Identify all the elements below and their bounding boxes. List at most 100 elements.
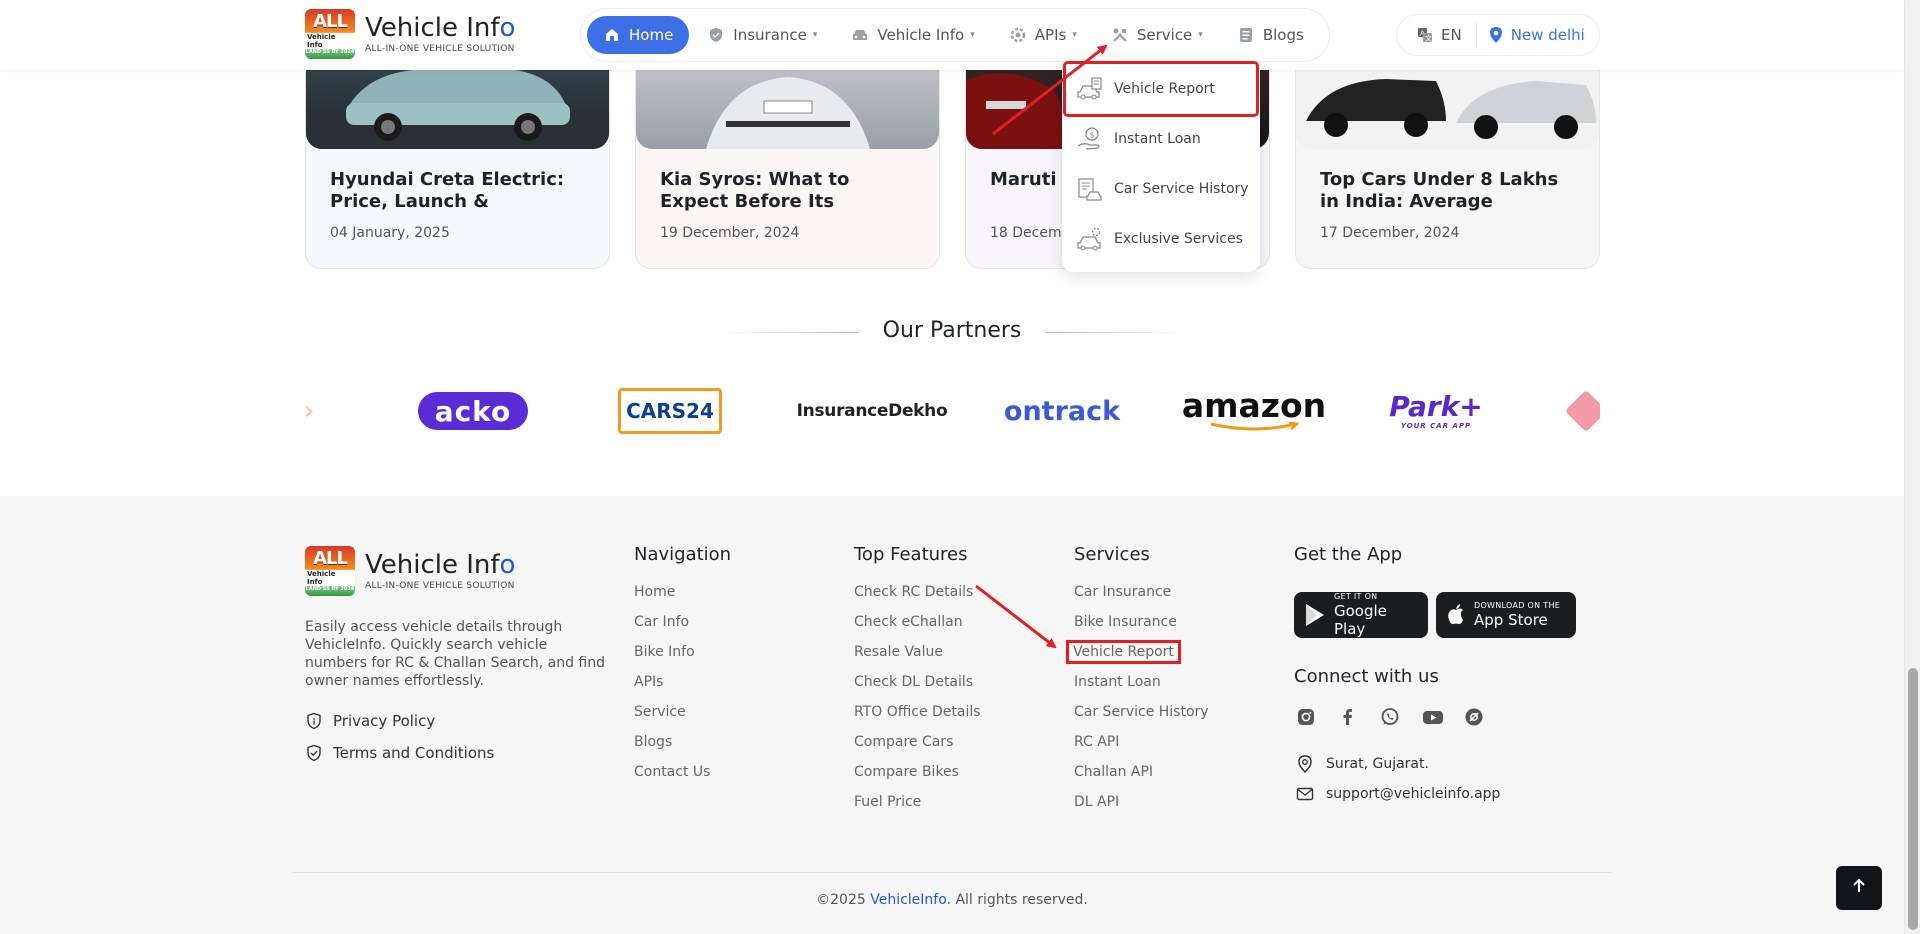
- blog-card-syros[interactable]: Kia Syros: What to Expect Before Its Dec…: [635, 40, 940, 269]
- footer-link-check-dl[interactable]: Check DL Details: [854, 673, 981, 703]
- blog-card-date: 04 January, 2025: [330, 225, 450, 241]
- copyright-brand-link[interactable]: VehicleInfo: [870, 892, 946, 908]
- footer-col-app: Get the App: [1294, 544, 1402, 583]
- nav-insurance[interactable]: Insurance ▾: [691, 16, 833, 54]
- footer-logo[interactable]: ALL Vehicle Info LAND SS BY 2024 Vehicle…: [305, 546, 515, 596]
- footer-link-resale-value[interactable]: Resale Value: [854, 643, 981, 673]
- footer-email[interactable]: support@vehicleinfo.app: [1296, 786, 1500, 802]
- terms-link[interactable]: Terms and Conditions: [305, 744, 494, 762]
- google-play-button[interactable]: GET IT ON Google Play: [1294, 592, 1428, 638]
- footer-link-car-service-history[interactable]: Car Service History: [1074, 703, 1209, 733]
- partner-logo-insurancedekho: InsuranceDekho: [796, 401, 948, 421]
- site-logo[interactable]: ALL Vehicle Info LAND SS BY 2024 Vehicle…: [305, 9, 515, 59]
- dropdown-item-instant-loan[interactable]: $ Instant Loan: [1062, 114, 1260, 164]
- footer-link-compare-cars[interactable]: Compare Cars: [854, 733, 981, 763]
- footer-link-bike-info[interactable]: Bike Info: [634, 643, 731, 673]
- dropdown-item-vehicle-report[interactable]: Vehicle Report: [1063, 61, 1259, 117]
- instagram-icon[interactable]: [1296, 704, 1338, 730]
- svg-text:文: 文: [1425, 34, 1432, 43]
- footer-link-rto-office[interactable]: RTO Office Details: [854, 703, 981, 733]
- facebook-icon[interactable]: [1338, 704, 1380, 730]
- translate-icon: A文: [1417, 27, 1433, 43]
- logo-title: Vehicle Info: [365, 12, 516, 43]
- google-play-icon: [1304, 603, 1326, 627]
- page-scrollbar[interactable]: [1904, 0, 1920, 934]
- footer-link-home[interactable]: Home: [634, 583, 731, 613]
- footer-col-title: Top Features: [854, 544, 968, 565]
- partner-logo-acko: acko: [417, 385, 529, 437]
- document-icon: [1237, 26, 1255, 44]
- social-links: [1296, 704, 1506, 730]
- nav-home[interactable]: Home: [587, 16, 690, 54]
- partners-carousel: › acko CARS24 InsuranceDekho ontrack ama…: [305, 385, 1600, 437]
- whatsapp-icon[interactable]: [1380, 704, 1422, 730]
- logo-tagline: ALL-IN-ONE VEHICLE SOLUTION: [365, 43, 515, 54]
- partner-logo-partial-left: ›: [305, 385, 319, 437]
- footer-link-challan-api[interactable]: Challan API: [1074, 763, 1209, 793]
- footer-link-compare-bikes[interactable]: Compare Bikes: [854, 763, 981, 793]
- footer-link-rc-api[interactable]: RC API: [1074, 733, 1209, 763]
- footer-col-top-features: Top Features Check RC Details Check eCha…: [854, 544, 981, 823]
- footer-link-service[interactable]: Service: [634, 703, 731, 733]
- footer-link-dl-api[interactable]: DL API: [1074, 793, 1209, 823]
- partner-logo-amazon: amazon: [1182, 385, 1326, 437]
- footer-divider: [292, 872, 1612, 873]
- service-dropdown-menu: Vehicle Report $ Instant Loan Car Servic…: [1062, 58, 1260, 272]
- site-footer: ALL Vehicle Info LAND SS BY 2024 Vehicle…: [0, 496, 1904, 934]
- youtube-icon[interactable]: [1422, 704, 1464, 730]
- footer-link-fuel-price[interactable]: Fuel Price: [854, 793, 981, 823]
- footer-col-services: Services Car Insurance Bike Insurance Ve…: [1066, 544, 1209, 823]
- footer-link-instant-loan[interactable]: Instant Loan: [1074, 673, 1209, 703]
- blog-card-date: 19 December, 2024: [660, 225, 800, 241]
- partners-divider-right: [1046, 332, 1186, 333]
- location-pin-icon: [1489, 26, 1503, 44]
- blog-card-title[interactable]: Hyundai Creta Electric: Price, Launch & …: [330, 169, 589, 213]
- nav-vehicle-info[interactable]: Vehicle Info ▾: [835, 16, 990, 54]
- footer-link-vehicle-report[interactable]: Vehicle Report: [1066, 640, 1209, 673]
- footer-col-title: Connect with us: [1294, 666, 1439, 687]
- site-header: ALL Vehicle Info LAND SS BY 2024 Vehicle…: [0, 0, 1904, 70]
- nav-apis[interactable]: APIs ▾: [993, 16, 1093, 54]
- dropdown-item-car-service-history[interactable]: Car Service History: [1062, 164, 1260, 214]
- language-selector[interactable]: A文 EN: [1397, 22, 1477, 48]
- chevron-down-icon: ▾: [970, 30, 975, 40]
- scroll-to-top-button[interactable]: [1836, 866, 1882, 910]
- logo-tagline: ALL-IN-ONE VEHICLE SOLUTION: [365, 580, 515, 591]
- chevron-down-icon: ▾: [1072, 30, 1077, 40]
- partners-title: Our Partners: [882, 318, 1022, 343]
- footer-link-bike-insurance[interactable]: Bike Insurance: [1074, 613, 1209, 643]
- blog-card-creta[interactable]: Hyundai Creta Electric: Price, Launch & …: [305, 40, 610, 269]
- footer-link-car-info[interactable]: Car Info: [634, 613, 731, 643]
- footer-link-car-insurance[interactable]: Car Insurance: [1074, 583, 1209, 613]
- blog-card-title[interactable]: Top Cars Under 8 Lakhs in India: Average…: [1320, 169, 1579, 213]
- nav-service[interactable]: Service ▾: [1095, 16, 1219, 54]
- footer-link-check-rc[interactable]: Check RC Details: [854, 583, 981, 613]
- footer-link-check-echallan[interactable]: Check eChallan: [854, 613, 981, 643]
- copyright: ©2025 VehicleInfo. All rights reserved.: [816, 892, 1088, 908]
- partner-logo-partial-right: [1564, 385, 1600, 437]
- dropdown-item-exclusive-services[interactable]: Exclusive Services: [1062, 214, 1260, 264]
- footer-address: Surat, Gujarat.: [1296, 754, 1429, 774]
- nav-blogs[interactable]: Blogs: [1221, 16, 1320, 54]
- mail-icon: [1296, 786, 1314, 802]
- footer-col-title: Services: [1074, 544, 1150, 565]
- footer-col-navigation: Navigation Home Car Info Bike Info APIs …: [634, 544, 731, 793]
- shield-check-icon: [305, 744, 323, 762]
- footer-link-apis[interactable]: APIs: [634, 673, 731, 703]
- footer-link-contact-us[interactable]: Contact Us: [634, 763, 731, 793]
- app-store-button[interactable]: DOWNLOAD ON THE App Store: [1436, 592, 1576, 638]
- car-report-icon: [1076, 75, 1104, 103]
- scrollbar-thumb[interactable]: [1908, 668, 1918, 930]
- chevron-down-icon: ▾: [812, 30, 818, 40]
- partner-logo-cars24: CARS24: [617, 385, 723, 437]
- partner-logo-parkplus: Park+ YOUR CAR APP: [1389, 390, 1483, 431]
- shield-icon: [707, 26, 725, 44]
- threads-icon[interactable]: [1464, 704, 1506, 730]
- location-selector[interactable]: New delhi: [1477, 26, 1585, 44]
- privacy-policy-link[interactable]: Privacy Policy: [305, 712, 435, 730]
- blog-card-title[interactable]: Kia Syros: What to Expect Before Its Dec…: [660, 169, 919, 213]
- logo-title: Vehicle Info: [365, 549, 516, 580]
- footer-link-blogs[interactable]: Blogs: [634, 733, 731, 763]
- blog-cards-row: Hyundai Creta Electric: Price, Launch & …: [305, 40, 1600, 269]
- blog-card-top-cars[interactable]: Top Cars Under 8 Lakhs in India: Average…: [1295, 40, 1600, 269]
